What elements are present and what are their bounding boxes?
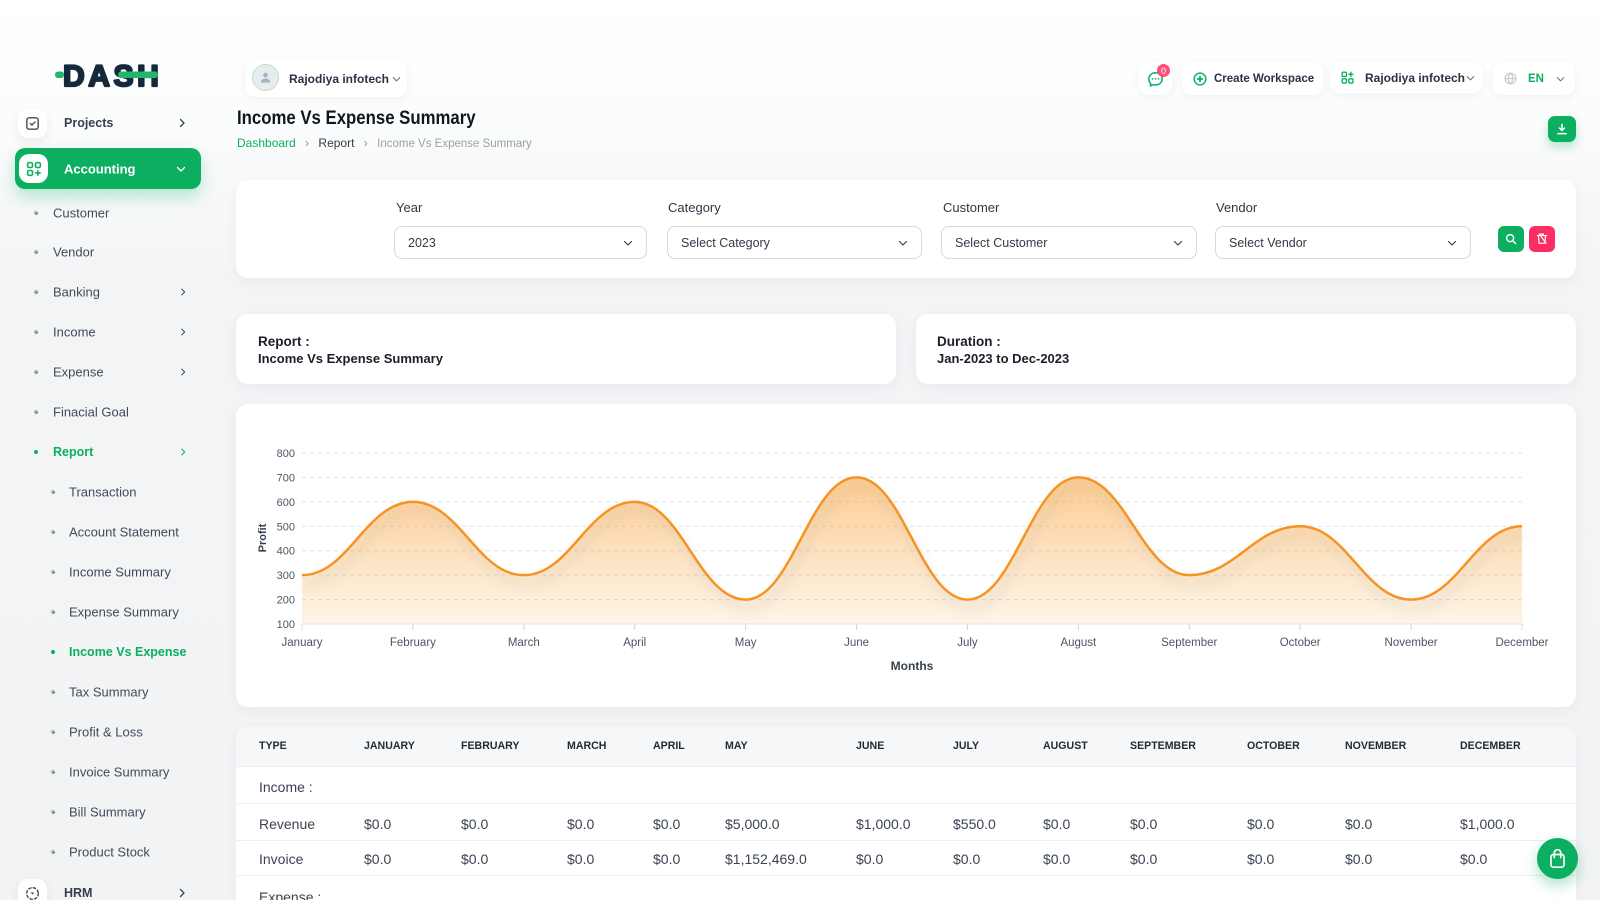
svg-text:February: February <box>390 637 436 649</box>
svg-text:October: October <box>1280 637 1321 649</box>
svg-text:100: 100 <box>277 619 295 631</box>
svg-text:March: March <box>508 637 540 649</box>
svg-text:800: 800 <box>277 448 295 460</box>
svg-text:Profit: Profit <box>257 523 269 552</box>
svg-text:April: April <box>623 637 646 649</box>
svg-text:January: January <box>282 637 323 649</box>
svg-text:Months: Months <box>891 659 934 673</box>
svg-text:300: 300 <box>277 570 295 582</box>
svg-text:August: August <box>1060 637 1097 649</box>
svg-text:September: September <box>1161 637 1217 649</box>
svg-text:500: 500 <box>277 521 295 533</box>
svg-text:December: December <box>1495 637 1548 649</box>
svg-text:June: June <box>844 637 869 649</box>
svg-text:July: July <box>957 637 978 649</box>
svg-text:700: 700 <box>277 472 295 484</box>
svg-text:200: 200 <box>277 595 295 607</box>
svg-text:November: November <box>1385 637 1438 649</box>
svg-text:400: 400 <box>277 546 295 558</box>
svg-text:600: 600 <box>277 497 295 509</box>
svg-text:May: May <box>735 637 757 649</box>
